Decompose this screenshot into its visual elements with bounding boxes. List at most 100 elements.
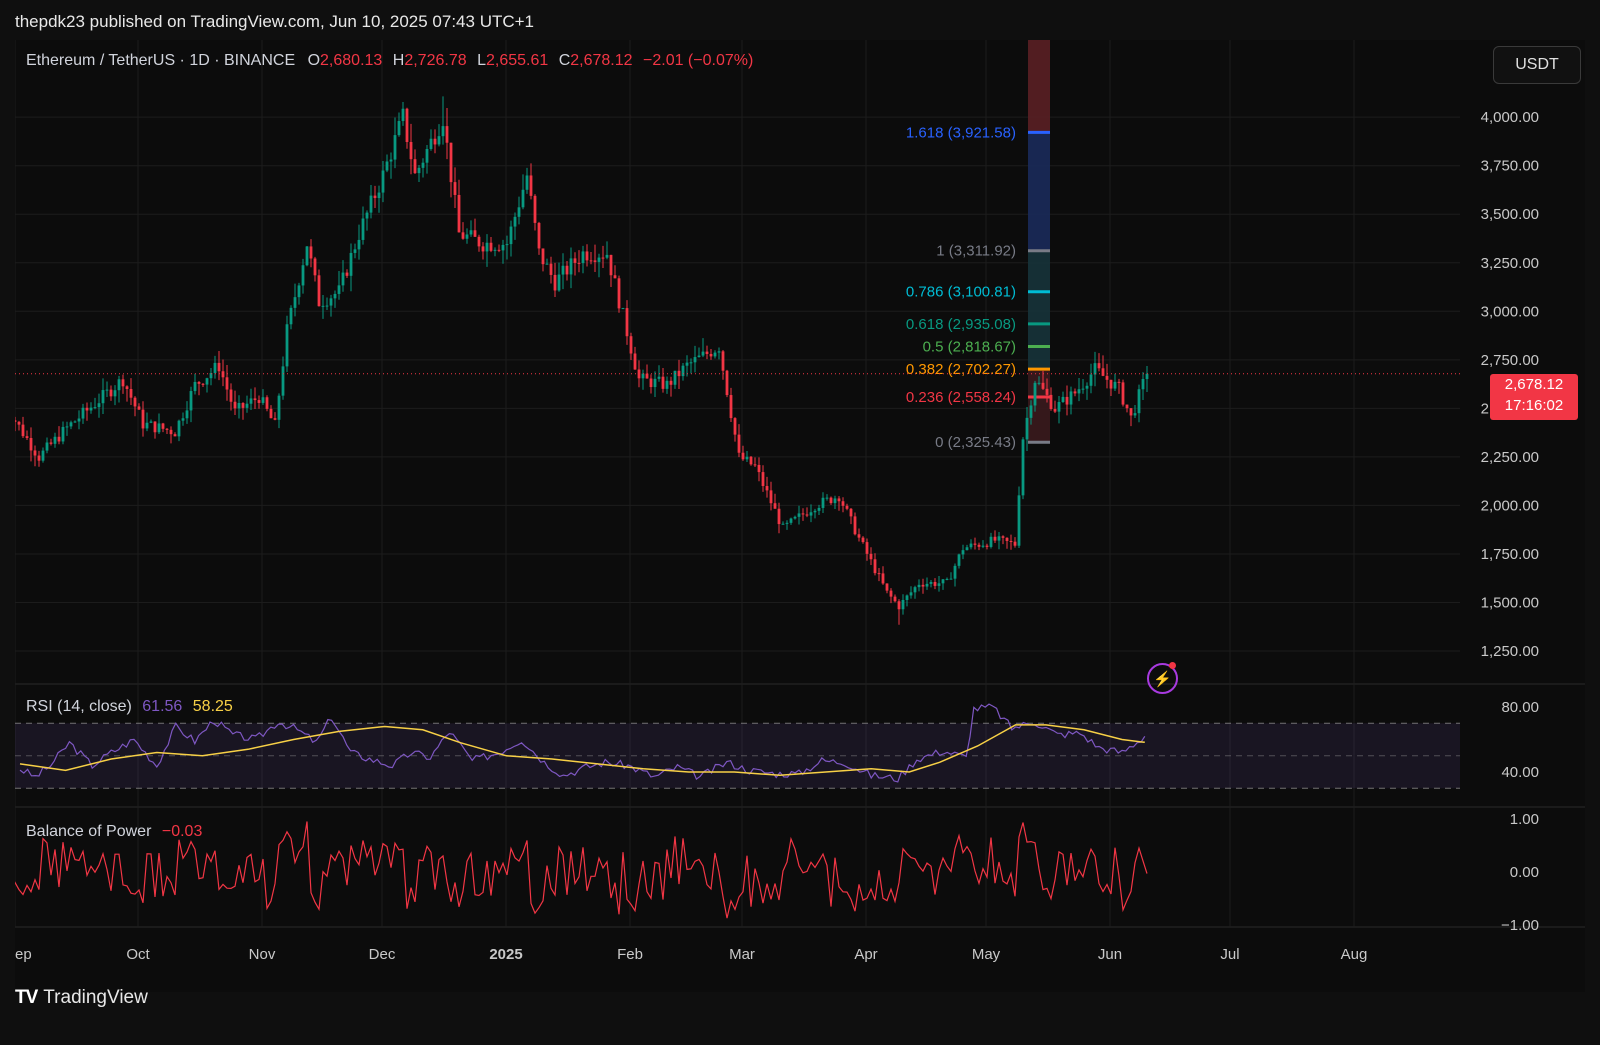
candle-body xyxy=(577,262,581,264)
candle-body xyxy=(733,418,737,435)
candle-body xyxy=(553,274,557,291)
candle xyxy=(289,305,293,330)
candle xyxy=(333,290,337,308)
candle-body xyxy=(65,426,69,428)
x-tick-label: Dec xyxy=(369,946,396,963)
candle-body xyxy=(685,362,689,366)
candle-body xyxy=(389,159,393,162)
candle-body xyxy=(477,236,481,247)
candle xyxy=(925,577,929,590)
candle-body xyxy=(157,423,161,433)
candle xyxy=(357,224,361,260)
candle-body xyxy=(15,420,17,422)
candle-body xyxy=(453,182,457,195)
fib-level-label: 0 (2,325.43) xyxy=(935,434,1016,451)
footer-brand-name: TradingView xyxy=(43,987,148,1008)
candle xyxy=(77,410,81,430)
candle-body xyxy=(861,537,865,543)
candle xyxy=(441,96,445,145)
candle-body xyxy=(401,108,405,122)
y-tick-label: 4,000.00 xyxy=(1481,109,1539,126)
candle xyxy=(525,167,529,194)
candle-body xyxy=(261,397,265,403)
candle-body xyxy=(361,218,365,240)
candle-body xyxy=(49,442,53,444)
candle xyxy=(1129,407,1133,427)
candle xyxy=(361,206,365,245)
candle-body xyxy=(913,587,917,593)
candle-body xyxy=(89,407,93,411)
x-tick-label: May xyxy=(972,946,1001,963)
candle-body xyxy=(837,498,841,502)
candle-body xyxy=(505,244,509,246)
y-tick-label: 3,000.00 xyxy=(1481,303,1539,320)
candle-body xyxy=(793,516,797,519)
candle xyxy=(697,347,701,358)
candle-body xyxy=(461,232,465,239)
candle xyxy=(129,378,133,406)
candle xyxy=(1057,395,1061,424)
chart-area[interactable]: ep Oct Nov Dec 2025 Feb Mar Apr May Jun Jul Aug 1,25… xyxy=(15,40,1585,992)
candle xyxy=(165,428,169,435)
x-tick-label: 2025 xyxy=(489,946,522,963)
candle xyxy=(145,412,149,432)
chart-svg[interactable]: ep Oct Nov Dec 2025 Feb Mar Apr May Jun Jul Aug 1,25… xyxy=(15,40,1585,992)
candle-body xyxy=(709,353,713,357)
candle xyxy=(1069,386,1073,415)
candle-body xyxy=(85,407,89,411)
x-tick-label: Aug xyxy=(1341,946,1368,963)
candle-body xyxy=(621,308,625,310)
candle-body xyxy=(129,388,133,398)
candle xyxy=(345,269,349,278)
candle-body xyxy=(589,260,593,262)
candle xyxy=(29,427,33,462)
currency-button[interactable]: USDT xyxy=(1493,46,1581,84)
candle-body xyxy=(1013,541,1017,546)
candle-body xyxy=(897,601,901,610)
candle xyxy=(397,112,401,137)
candle xyxy=(1097,353,1101,372)
candle xyxy=(593,244,597,273)
candle-body xyxy=(369,195,373,213)
candle xyxy=(581,245,585,274)
candle-body xyxy=(445,126,449,143)
bar-countdown: 17:16:02 xyxy=(1504,397,1564,414)
candle-body xyxy=(1145,373,1149,380)
candle-body xyxy=(241,403,245,408)
candle-body xyxy=(225,377,229,390)
candle-body xyxy=(933,581,937,586)
candle xyxy=(225,365,229,401)
low-value: 2,655.61 xyxy=(485,52,549,69)
candle xyxy=(793,515,797,520)
y-tick-label: 3,750.00 xyxy=(1481,158,1539,175)
candle-body xyxy=(521,189,525,208)
candle xyxy=(109,385,113,401)
candle xyxy=(537,221,541,255)
candle xyxy=(93,397,97,410)
last-price-tag: 2,678.12 17:16:02 xyxy=(1490,374,1578,420)
candle xyxy=(233,390,237,415)
y-tick-label: 1,250.00 xyxy=(1481,643,1539,660)
candle xyxy=(509,220,513,257)
candle-body xyxy=(641,373,645,379)
candle-body xyxy=(557,274,561,291)
rsi-ma-value: 58.25 xyxy=(192,698,233,715)
candle xyxy=(177,419,181,442)
candle-body xyxy=(881,573,885,584)
candle-body xyxy=(537,222,541,249)
candle xyxy=(493,247,497,257)
candle xyxy=(1073,388,1077,397)
candle xyxy=(973,537,977,550)
candle xyxy=(713,350,717,359)
x-tick-label: Jun xyxy=(1098,946,1122,963)
candle-body xyxy=(253,398,257,401)
candle xyxy=(341,260,345,292)
candle xyxy=(693,345,697,373)
candle-body xyxy=(1021,439,1025,496)
candle xyxy=(313,256,317,282)
candle xyxy=(1117,378,1121,394)
candle xyxy=(961,544,965,560)
candle xyxy=(437,124,441,147)
candle xyxy=(1137,384,1141,423)
footer-brand[interactable]: TV TradingView xyxy=(15,987,148,1009)
